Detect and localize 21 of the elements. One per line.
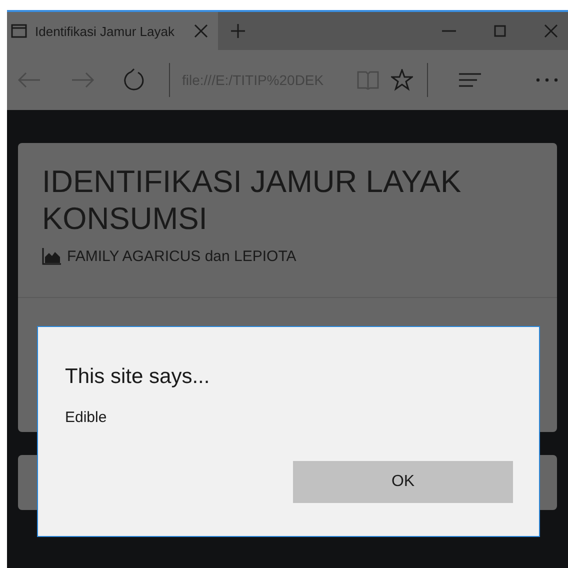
refresh-icon[interactable] xyxy=(123,68,145,92)
back-arrow-icon[interactable] xyxy=(17,71,41,89)
menu-icon[interactable] xyxy=(458,72,482,88)
more-icon[interactable] xyxy=(536,78,558,82)
dialog-message: Edible xyxy=(65,409,108,426)
page-icon xyxy=(11,24,27,38)
minimize-icon[interactable] xyxy=(442,29,456,33)
page-heading: IDENTIFIKASI JAMUR LAYAK KONSUMSI xyxy=(42,163,462,237)
star-icon[interactable] xyxy=(391,69,413,91)
book-icon[interactable] xyxy=(357,70,379,90)
area-chart-icon xyxy=(42,247,62,265)
page-subheading: FAMILY AGARICUS dan LEPIOTA xyxy=(67,248,296,264)
browser-tab[interactable]: Identifikasi Jamur Layak xyxy=(7,12,218,50)
tab-title: Identifikasi Jamur Layak xyxy=(35,24,174,38)
plus-icon[interactable] xyxy=(230,23,246,39)
dialog-title: This site says... xyxy=(65,365,211,389)
forward-arrow-icon[interactable] xyxy=(71,71,95,89)
close-icon[interactable] xyxy=(544,24,558,38)
ok-button[interactable]: OK xyxy=(293,461,513,503)
close-icon[interactable] xyxy=(194,24,208,38)
maximize-icon[interactable] xyxy=(494,25,506,37)
